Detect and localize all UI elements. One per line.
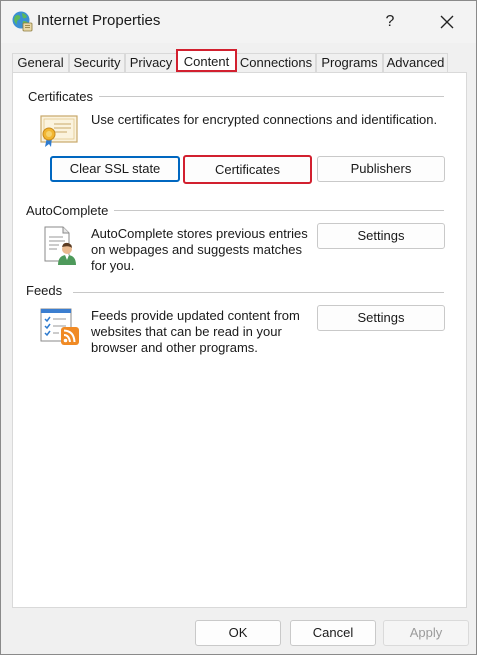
- tab-general[interactable]: General: [12, 53, 69, 72]
- feeds-divider: [73, 292, 444, 293]
- feeds-rss-icon: [40, 308, 79, 345]
- autocomplete-document-user-icon: [44, 226, 76, 265]
- feeds-heading: Feeds: [26, 283, 69, 298]
- certificate-icon: [40, 115, 78, 147]
- autocomplete-settings-button[interactable]: Settings: [317, 223, 445, 249]
- close-icon: [440, 15, 454, 29]
- tab-security[interactable]: Security: [69, 53, 125, 72]
- apply-button[interactable]: Apply: [383, 620, 469, 646]
- tab-programs[interactable]: Programs: [316, 53, 383, 72]
- feeds-settings-button[interactable]: Settings: [317, 305, 445, 331]
- tab-privacy[interactable]: Privacy: [125, 53, 177, 72]
- certificates-heading: Certificates: [28, 89, 100, 104]
- ok-button[interactable]: OK: [195, 620, 281, 646]
- certificates-description: Use certificates for encrypted connectio…: [91, 112, 438, 127]
- autocomplete-description-line-3: for you.: [91, 258, 135, 273]
- certificates-button[interactable]: Certificates: [183, 155, 312, 184]
- cancel-button[interactable]: Cancel: [290, 620, 376, 646]
- autocomplete-description-line-1: AutoComplete stores previous entries: [91, 226, 308, 241]
- title-bar: Internet Properties ?: [1, 1, 476, 43]
- certificates-divider: [99, 96, 444, 97]
- window-title: Internet Properties: [37, 12, 161, 29]
- internet-properties-dialog: Internet Properties ? General Security P…: [0, 0, 477, 655]
- internet-globe-icon: [12, 11, 33, 32]
- feeds-description-line-1: Feeds provide updated content from: [91, 308, 300, 323]
- content-tab-panel: Certificates Use certificates for encryp…: [12, 72, 467, 608]
- tab-connections[interactable]: Connections: [236, 53, 316, 72]
- help-button[interactable]: ?: [375, 9, 405, 35]
- feeds-description-line-3: browser and other programs.: [91, 340, 258, 355]
- feeds-description-line-2: websites that can be read in your: [91, 324, 282, 339]
- tab-advanced[interactable]: Advanced: [383, 53, 448, 72]
- publishers-button[interactable]: Publishers: [317, 156, 445, 182]
- close-button[interactable]: [432, 9, 462, 35]
- tab-content[interactable]: Content: [176, 49, 237, 72]
- clear-ssl-state-button[interactable]: Clear SSL state: [50, 156, 180, 182]
- autocomplete-heading: AutoComplete: [26, 203, 115, 218]
- autocomplete-description-line-2: on webpages and suggests matches: [91, 242, 303, 257]
- autocomplete-divider: [107, 210, 444, 211]
